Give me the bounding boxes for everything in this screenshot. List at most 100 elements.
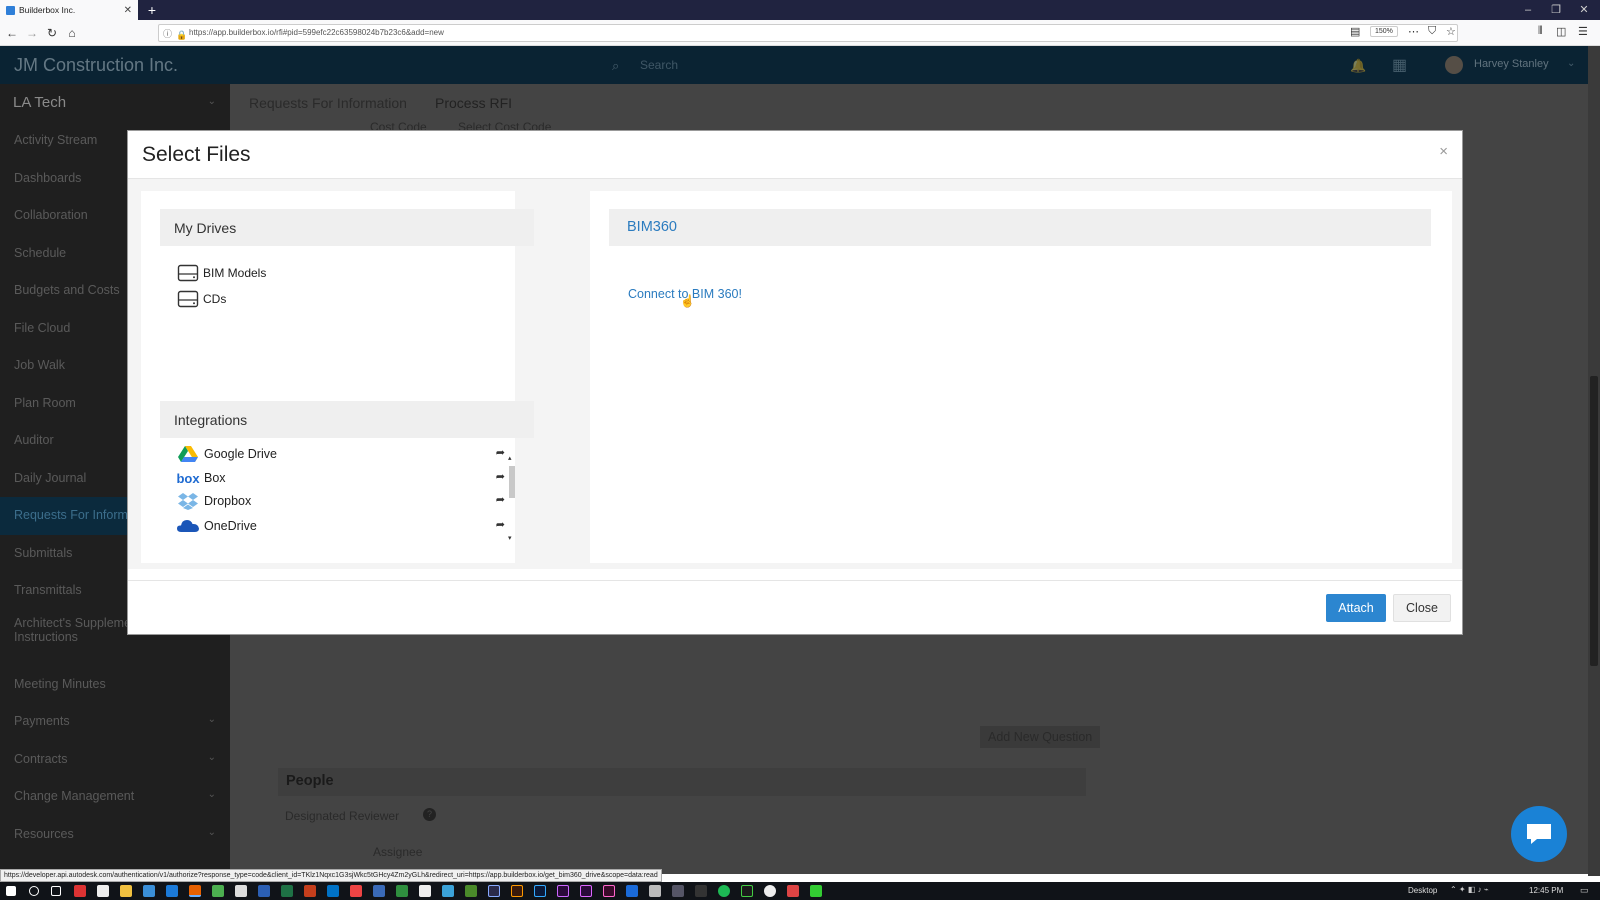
minimize-icon[interactable]: – — [1514, 0, 1542, 20]
help-icon[interactable]: ? — [423, 808, 436, 821]
pocket-icon[interactable]: ⛉ — [1428, 25, 1436, 38]
app-icon[interactable] — [419, 885, 431, 897]
attach-button[interactable]: Attach — [1326, 594, 1386, 622]
photoshop-icon[interactable] — [534, 885, 546, 897]
notification-icon[interactable]: ▭ — [1580, 885, 1589, 896]
app-icon[interactable] — [465, 885, 477, 897]
sidebar-item-change-management[interactable]: Change Management ⌄ — [0, 778, 230, 816]
connect-arrow-icon[interactable]: ➦ — [496, 493, 505, 506]
sidebar-item-resources[interactable]: Resources ⌄ — [0, 816, 230, 854]
task-view-icon[interactable] — [51, 886, 61, 896]
bell-icon[interactable]: 🔔 — [1350, 58, 1366, 74]
library-icon[interactable]: ⫴ — [1538, 25, 1543, 38]
connect-arrow-icon[interactable]: ➦ — [496, 446, 505, 459]
excel-icon[interactable] — [281, 885, 293, 897]
system-tray-icons[interactable]: ⌃ ✦ ◧ ♪ ⌁ — [1450, 885, 1489, 894]
browser-tab[interactable]: Builderbox Inc. ✕ — [0, 0, 138, 20]
reload-icon[interactable]: ↻ — [44, 25, 60, 41]
sidebar-item-payments[interactable]: Payments ⌄ — [0, 703, 230, 741]
app-icon[interactable] — [787, 885, 799, 897]
scrollbar-thumb[interactable] — [509, 466, 515, 498]
window-close-icon[interactable]: ✕ — [1570, 0, 1598, 20]
integration-label: OneDrive — [204, 519, 257, 533]
chevron-down-icon[interactable]: ⌄ — [1567, 58, 1575, 69]
breadcrumb-rfi[interactable]: Requests For Information — [249, 95, 407, 111]
add-question-button[interactable]: Add New Question — [980, 726, 1101, 748]
tab-close-icon[interactable]: ✕ — [124, 5, 132, 16]
app-icon[interactable] — [396, 885, 408, 897]
scroll-up-icon[interactable]: ▴ — [508, 454, 512, 462]
page-scrollbar[interactable] — [1588, 46, 1600, 876]
sidebar-item-label: Resources — [14, 826, 74, 841]
new-tab-button[interactable]: + — [144, 1, 160, 19]
word-icon[interactable] — [258, 885, 270, 897]
user-name[interactable]: Harvey Stanley — [1474, 58, 1549, 70]
app-icon[interactable] — [764, 885, 776, 897]
app-icon[interactable] — [626, 885, 638, 897]
firefox-icon[interactable] — [189, 885, 201, 897]
premiere-icon[interactable] — [557, 885, 569, 897]
app-icon[interactable] — [442, 885, 454, 897]
restore-icon[interactable]: ❐ — [1542, 0, 1570, 20]
edge-icon[interactable] — [166, 885, 178, 897]
app-icon[interactable] — [741, 885, 753, 897]
project-selector[interactable]: LA Tech ⌄ — [0, 84, 230, 122]
connect-arrow-icon[interactable]: ➦ — [496, 518, 505, 531]
drive-item-bim-models[interactable]: BIM Models — [177, 264, 266, 282]
powerpoint-icon[interactable] — [304, 885, 316, 897]
app-icon[interactable] — [143, 885, 155, 897]
url-bar[interactable]: ⓘ 🔒 https://app.builderbox.io/rfi#pid=59… — [158, 24, 1458, 42]
connect-arrow-icon[interactable]: ➦ — [496, 470, 505, 483]
app-icon[interactable] — [649, 885, 661, 897]
app-icon[interactable] — [373, 885, 385, 897]
file-explorer-icon[interactable] — [120, 885, 132, 897]
cortana-icon[interactable] — [29, 886, 39, 896]
sidebar-item-meeting-minutes[interactable]: Meeting Minutes — [0, 666, 230, 704]
home-icon[interactable]: ⌂ — [64, 25, 80, 41]
sidebar-item-contracts[interactable]: Contracts ⌄ — [0, 741, 230, 779]
integration-onedrive[interactable]: OneDrive ➦ — [177, 517, 505, 535]
scroll-down-icon[interactable]: ▾ — [508, 534, 512, 542]
illustrator-icon[interactable] — [511, 885, 523, 897]
more-icon[interactable]: ⋯ — [1408, 25, 1419, 38]
close-icon[interactable]: × — [1439, 143, 1448, 160]
integration-google-drive[interactable]: Google Drive ➦ — [177, 445, 505, 463]
desktop-toolbar[interactable]: Desktop — [1408, 886, 1437, 895]
taskbar-clock[interactable]: 12:45 PM — [1529, 886, 1563, 895]
app-icon[interactable] — [810, 885, 822, 897]
info-icon[interactable]: ⓘ — [163, 26, 172, 42]
chat-button[interactable] — [1511, 806, 1567, 862]
app-icon[interactable] — [672, 885, 684, 897]
integration-dropbox[interactable]: Dropbox ➦ — [177, 492, 505, 510]
integrations-scrollbar[interactable]: ▴ ▾ — [508, 454, 516, 542]
menu-icon[interactable]: ☰ — [1578, 25, 1588, 38]
spotify-icon[interactable] — [718, 885, 730, 897]
app-icon[interactable] — [488, 885, 500, 897]
app-icon[interactable] — [695, 885, 707, 897]
windows-start-icon[interactable] — [6, 886, 16, 896]
app-icon[interactable] — [74, 885, 86, 897]
app-icon[interactable] — [580, 885, 592, 897]
sidebar-toggle-icon[interactable]: ◫ — [1556, 25, 1566, 38]
avatar[interactable] — [1445, 56, 1463, 74]
app-icon[interactable] — [235, 885, 247, 897]
bookmark-star-icon[interactable]: ☆ — [1446, 25, 1456, 38]
apps-grid-icon[interactable]: ▦ — [1392, 55, 1407, 75]
reader-icon[interactable]: ▤ — [1350, 25, 1360, 38]
drive-item-cds[interactable]: CDs — [177, 290, 226, 308]
app-icon[interactable] — [350, 885, 362, 897]
forward-icon[interactable]: → — [24, 25, 40, 41]
outlook-icon[interactable] — [327, 885, 339, 897]
back-icon[interactable]: ← — [4, 25, 20, 41]
zoom-level[interactable]: 150% — [1370, 26, 1398, 37]
sidebar-item-label: Submittals — [14, 545, 73, 560]
google-drive-icon — [177, 445, 199, 463]
xd-icon[interactable] — [603, 885, 615, 897]
integration-box[interactable]: box Box ➦ — [176, 469, 505, 487]
close-button[interactable]: Close — [1393, 594, 1451, 622]
search-input[interactable]: Search — [600, 53, 980, 77]
chrome-icon[interactable] — [212, 885, 224, 897]
sidebar-item-label: Change Management — [14, 789, 135, 803]
scrollbar-thumb[interactable] — [1590, 376, 1598, 666]
app-icon[interactable] — [97, 885, 109, 897]
